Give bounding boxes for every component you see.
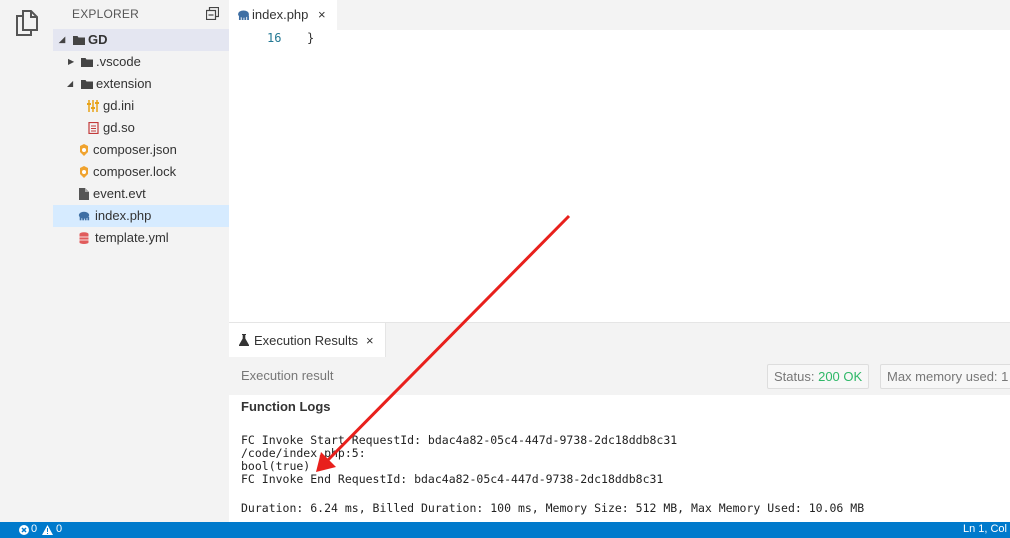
php-elephant-icon (78, 211, 90, 221)
log-line: bool(true) (241, 459, 311, 473)
tree-item-label: gd.so (103, 120, 135, 135)
tab-label: index.php (252, 7, 309, 22)
code-line: } (307, 31, 315, 45)
result-bar: Execution result Status: 200 OK Max memo… (229, 357, 1010, 395)
tree-item-event-evt[interactable]: event.evt (53, 183, 229, 205)
close-icon[interactable]: × (366, 333, 374, 348)
warning-icon[interactable] (42, 525, 53, 535)
sidebar-header: EXPLORER (53, 0, 229, 28)
files-icon[interactable] (16, 10, 38, 36)
memory-badge: Max memory used: 1 (880, 364, 1010, 389)
folder-icon (73, 36, 85, 45)
explorer-sidebar: EXPLORER ◢ GD ▶ .vscode ◢ extension gd.i… (53, 0, 229, 522)
tree-item-label: composer.lock (93, 164, 177, 179)
composer-icon (80, 166, 88, 178)
tree-item-label: index.php (95, 208, 152, 223)
tree-item-composer-json[interactable]: composer.json (53, 139, 229, 161)
log-line: /code/index.php:5: (241, 446, 366, 460)
tree-item-template-yml[interactable]: template.yml (53, 227, 229, 249)
tree-item-label: .vscode (96, 54, 141, 69)
tree-item-extension[interactable]: ◢ extension (53, 73, 229, 95)
tree-item-composer-lock[interactable]: composer.lock (53, 161, 229, 183)
flask-icon (239, 334, 249, 346)
chevron-right-icon[interactable]: ▶ (68, 51, 74, 73)
results-panel: Execution Results × Execution result Sta… (229, 322, 1010, 522)
error-icon[interactable] (19, 525, 29, 535)
folder-icon (81, 58, 93, 67)
status-label: Status: (774, 369, 815, 384)
tree-item-label: gd.ini (103, 98, 135, 113)
panel-tab-label: Execution Results (254, 333, 359, 348)
status-badge: Status: 200 OK (767, 364, 870, 389)
error-count[interactable]: 0 (31, 523, 37, 535)
tab-index-php[interactable]: index.php × (229, 0, 337, 30)
close-icon[interactable]: × (318, 7, 326, 22)
tab-execution-results[interactable]: Execution Results × (229, 323, 386, 357)
sidebar-title: EXPLORER (72, 7, 139, 21)
logs-heading: Function Logs (241, 399, 331, 414)
tree-item-index-php[interactable]: index.php (53, 205, 229, 227)
editor-tab-strip: index.php × (229, 0, 1010, 30)
settings-file-icon (87, 100, 99, 112)
memory-label: Max memory used: 1 (887, 369, 1009, 384)
log-line: FC Invoke End RequestId: bdac4a82-05c4-4… (241, 472, 664, 486)
binary-file-icon (88, 122, 99, 134)
php-elephant-icon (238, 10, 249, 20)
editor-group: index.php × 16 } (229, 0, 1010, 322)
database-icon (79, 232, 89, 244)
cursor-position[interactable]: Ln 1, Col (963, 523, 1007, 535)
collapse-all-icon[interactable] (206, 7, 219, 20)
chevron-down-icon[interactable]: ◢ (67, 73, 73, 95)
tree-root-label: GD (88, 32, 108, 47)
tree-item-gd-ini[interactable]: gd.ini (53, 95, 229, 117)
line-number: 16 (267, 31, 282, 45)
tree-item-label: extension (96, 76, 152, 91)
tree-item-label: composer.json (93, 142, 177, 157)
tree-item-gd-so[interactable]: gd.so (53, 117, 229, 139)
tree-item-vscode[interactable]: ▶ .vscode (53, 51, 229, 73)
log-line: Duration: 6.24 ms, Billed Duration: 100 … (241, 501, 865, 515)
ide-window: EXPLORER ◢ GD ▶ .vscode ◢ extension gd.i… (0, 0, 1010, 538)
file-icon (79, 188, 89, 200)
composer-icon (80, 144, 88, 156)
activity-bar (0, 0, 53, 522)
log-line: FC Invoke Start RequestId: bdac4a82-05c4… (241, 433, 678, 447)
tree-item-label: event.evt (93, 186, 146, 201)
result-label: Execution result (241, 368, 334, 383)
panel-tab-strip: Execution Results × (229, 323, 1010, 357)
status-value: 200 OK (818, 369, 863, 384)
chevron-down-icon[interactable]: ◢ (59, 29, 65, 51)
tree-root-gd[interactable]: ◢ GD (53, 29, 229, 51)
status-bar: 0 0 Ln 1, Col (0, 522, 1010, 538)
folder-icon (81, 80, 93, 89)
warning-count[interactable]: 0 (56, 523, 62, 535)
code-editor[interactable]: 16 } (229, 30, 1010, 322)
file-tree: ◢ GD ▶ .vscode ◢ extension gd.ini gd.so … (53, 29, 229, 249)
tree-item-label: template.yml (95, 230, 169, 245)
